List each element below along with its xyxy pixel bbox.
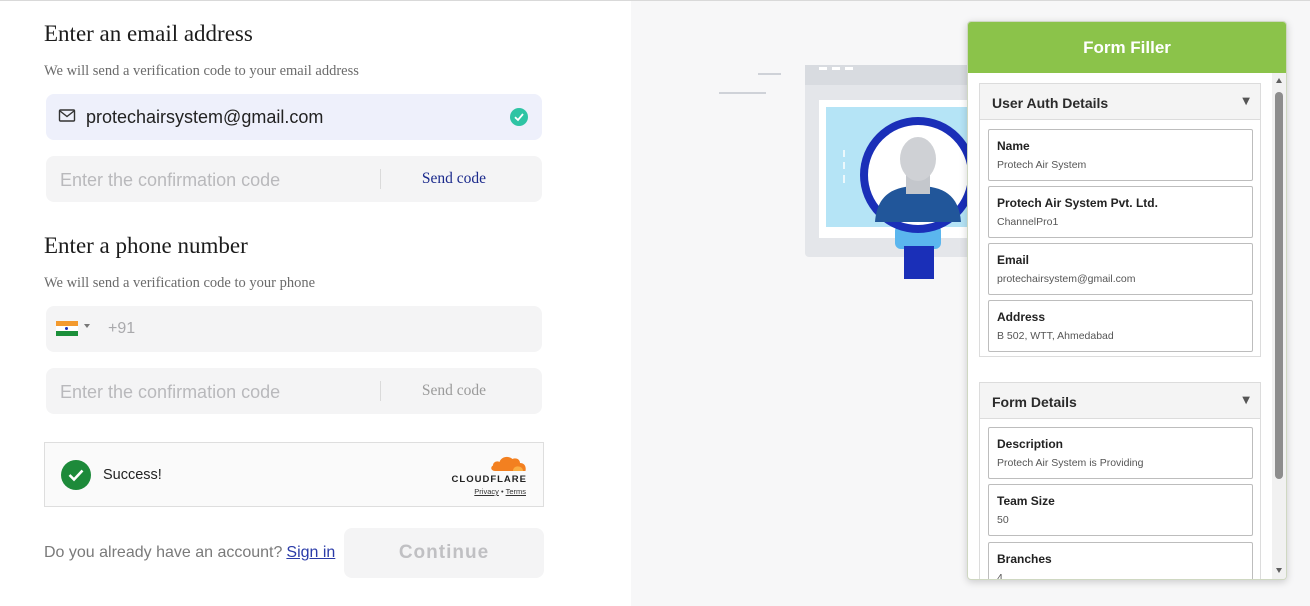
window-dot (832, 67, 840, 70)
field-divider (380, 169, 381, 189)
scrollbar-thumb[interactable] (1275, 92, 1283, 479)
magnifier-handle (904, 246, 934, 279)
captcha-links: Privacy • Terms (474, 487, 526, 496)
email-confirmation-code-input[interactable]: Enter the confirmation code (60, 170, 280, 191)
phone-field[interactable]: +91 (46, 306, 542, 352)
field-item-address[interactable]: Address B 502, WTT, Ahmedabad (988, 300, 1253, 352)
field-value: Protech Air System is Providing (997, 457, 1144, 469)
email-value: protechairsystem@gmail.com (86, 107, 324, 127)
cloud-icon (491, 456, 526, 471)
browser-bar (805, 65, 975, 85)
window-dot (819, 67, 827, 70)
field-label: Address (997, 310, 1046, 324)
scroll-down-icon[interactable] (1276, 568, 1282, 573)
scroll-up-icon[interactable] (1276, 78, 1282, 83)
field-value: Protech Air System (997, 159, 1087, 171)
account-prompt: Do you already have an account? Sign in (44, 544, 335, 562)
form-filler-scroll-area[interactable]: User Auth Details ▼ Name Protech Air Sys… (968, 73, 1274, 580)
phone-heading: Enter a phone number (44, 233, 248, 258)
email-heading: Enter an email address (44, 21, 253, 46)
section-header[interactable]: User Auth Details ▼ (980, 84, 1260, 120)
cloudflare-logo: CLOUDFLARE Privacy • Terms (447, 453, 527, 497)
email-subtitle: We will send a verification code to your… (44, 63, 359, 79)
field-label: Branches (997, 552, 1052, 566)
phone-send-code-button[interactable]: Send code (382, 382, 526, 400)
field-item-description[interactable]: Description Protech Air System is Provid… (988, 427, 1253, 479)
india-flag-icon[interactable] (56, 321, 78, 336)
field-value: ChannelPro1 (997, 216, 1059, 228)
field-value: protechairsystem@gmail.com (997, 273, 1136, 285)
field-label: Name (997, 139, 1030, 153)
field-label: Team Size (997, 494, 1055, 508)
phone-input[interactable]: +91 (108, 320, 135, 338)
field-label: Protech Air System Pvt. Ltd. (997, 196, 1158, 210)
collapse-toggle-icon[interactable]: ▼ (1242, 96, 1250, 107)
cloudflare-wordmark: CLOUDFLARE (451, 474, 527, 485)
phone-subtitle: We will send a verification code to your… (44, 275, 316, 291)
window-dot (845, 67, 853, 70)
success-check-icon (61, 460, 91, 490)
field-value: 4 (997, 572, 1003, 580)
section-header[interactable]: Form Details ▼ (980, 383, 1260, 419)
form-filler-panel: Form Filler User Auth Details ▼ Name Pro… (967, 21, 1287, 580)
section-title: User Auth Details (992, 95, 1109, 111)
section-form-details: Form Details ▼ Description Protech Air S… (979, 382, 1261, 580)
profile-verification-illustration (719, 65, 975, 279)
mail-icon (58, 108, 76, 124)
field-label: Email (997, 253, 1030, 267)
avatar-head (900, 137, 936, 181)
email-send-code-button[interactable]: Send code (382, 170, 526, 188)
section-title: Form Details (992, 394, 1077, 410)
field-item-company[interactable]: Protech Air System Pvt. Ltd. ChannelPro1 (988, 186, 1253, 238)
link-separator: • (500, 487, 504, 496)
field-divider (380, 381, 381, 401)
account-prompt-text: Do you already have an account? (44, 544, 283, 561)
field-item-email[interactable]: Email protechairsystem@gmail.com (988, 243, 1253, 295)
phone-confirmation-code-field[interactable]: Enter the confirmation code Send code (46, 368, 542, 414)
email-confirmation-code-field[interactable]: Enter the confirmation code Send code (46, 156, 542, 202)
section-user-auth-details: User Auth Details ▼ Name Protech Air Sys… (979, 83, 1261, 357)
country-dropdown-icon[interactable] (84, 324, 90, 328)
captcha-widget: Success! CLOUDFLARE Privacy • Terms (44, 442, 544, 507)
sign-in-link[interactable]: Sign in (286, 544, 335, 561)
privacy-link[interactable]: Privacy (474, 487, 499, 496)
field-value: 50 (997, 514, 1009, 526)
phone-confirmation-code-input[interactable]: Enter the confirmation code (60, 382, 280, 403)
field-item-team-size[interactable]: Team Size 50 (988, 484, 1253, 536)
continue-button[interactable]: Continue (344, 528, 544, 578)
form-filler-title: Form Filler (968, 22, 1286, 73)
collapse-toggle-icon[interactable]: ▼ (1242, 395, 1250, 406)
field-label: Description (997, 437, 1064, 451)
terms-link[interactable]: Terms (506, 487, 526, 496)
email-field[interactable]: protechairsystem@gmail.com (46, 94, 542, 140)
field-item-name[interactable]: Name Protech Air System (988, 129, 1253, 181)
captcha-status: Success! (103, 467, 162, 483)
check-circle-icon (510, 108, 528, 126)
field-item-branches[interactable]: Branches 4 (988, 542, 1253, 580)
field-value: B 502, WTT, Ahmedabad (997, 330, 1114, 342)
